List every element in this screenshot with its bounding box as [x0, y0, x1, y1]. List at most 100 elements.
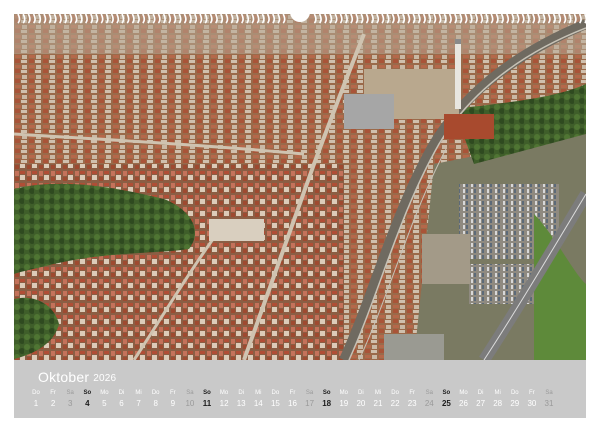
binding-ring [542, 13, 546, 24]
day-number: 6 [119, 399, 124, 408]
binding-ring [162, 13, 166, 24]
calendar-day: Fr 23 [404, 389, 420, 410]
binding-ring [79, 13, 83, 24]
calendar-day: Mo 19 [336, 389, 352, 410]
day-number: 15 [270, 399, 280, 408]
binding-ring [516, 13, 520, 24]
weekday-label: Di [118, 390, 125, 396]
binding-ring [480, 13, 484, 24]
binding-ring [370, 13, 374, 24]
calendar-day: Fr 2 [45, 389, 61, 410]
binding-ring [147, 13, 151, 24]
calendar-day: Do 1 [28, 389, 44, 410]
calendar-day: Di 13 [233, 389, 249, 410]
binding-ring [261, 13, 265, 24]
calendar-day: So 25 [438, 389, 454, 410]
binding-ring [100, 13, 104, 24]
weekday-label: Fr [289, 390, 296, 396]
binding-ring [490, 13, 494, 24]
day-number: 19 [339, 399, 349, 408]
day-number: 31 [544, 399, 554, 408]
day-number: 3 [67, 399, 73, 408]
binding-ring [474, 13, 478, 24]
calendar-day: Sa 3 [62, 389, 78, 410]
day-number: 14 [253, 399, 263, 408]
weekday-label: Mi [255, 390, 262, 396]
binding-ring [282, 13, 286, 24]
binding-ring [391, 13, 395, 24]
weekday-label: Di [358, 390, 364, 396]
binding-ring [95, 13, 99, 24]
binding-ring [495, 13, 499, 24]
calendar-strip: Oktober 2026 Do 1 Fr 2 Sa 3 So 4 Mo 5 Di 6 Mi 7 Do 8 Fr 9 S… [14, 360, 586, 418]
month-label: Oktober [38, 369, 90, 385]
binding-ring [64, 13, 68, 24]
binding-ring [318, 13, 322, 24]
binding-ring [121, 13, 125, 24]
binding-ring [220, 13, 224, 24]
binding-ring [573, 13, 577, 24]
binding-ring [438, 13, 442, 24]
day-number: 11 [202, 399, 212, 408]
binding-ring [105, 13, 109, 24]
binding-ring [443, 13, 447, 24]
weekday-label: Mi [494, 390, 501, 396]
binding-ring [422, 13, 426, 24]
day-number: 23 [407, 399, 417, 408]
binding-ring [526, 13, 530, 24]
binding-ring [110, 13, 114, 24]
binding-ring [381, 13, 385, 24]
binding-ring [116, 13, 120, 24]
binding-ring [329, 13, 333, 24]
binding-ring [173, 13, 177, 24]
weekday-label: Mo [459, 390, 468, 396]
calendar-page: Oktober 2026 Do 1 Fr 2 Sa 3 So 4 Mo 5 Di 6 Mi 7 Do 8 Fr 9 S… [0, 0, 600, 432]
day-number: 16 [288, 399, 297, 408]
spiral-binding-icon [14, 12, 586, 26]
binding-ring [48, 13, 52, 24]
day-number: 29 [510, 399, 520, 408]
binding-ring [350, 13, 354, 24]
binding-ring [126, 13, 130, 24]
binding-ring [142, 13, 146, 24]
binding-ring [558, 13, 562, 24]
binding-ring [386, 13, 390, 24]
binding-ring [376, 13, 380, 24]
weekday-label: Do [391, 390, 399, 396]
weekday-label: Fr [50, 390, 56, 396]
calendar-day: Sa 24 [421, 389, 437, 410]
binding-ring [412, 13, 416, 24]
binding-ring [506, 13, 510, 24]
weekday-label: Sa [186, 390, 194, 396]
binding-ring [230, 13, 234, 24]
binding-ring [360, 13, 364, 24]
day-number: 24 [424, 399, 434, 408]
binding-ring [485, 13, 489, 24]
binding-ring [324, 13, 328, 24]
day-number: 13 [236, 399, 246, 408]
binding-ring [84, 13, 88, 24]
binding-ring [568, 13, 572, 24]
weekday-label: Di [238, 390, 245, 396]
weekday-label: So [83, 390, 92, 396]
binding-ring [355, 13, 359, 24]
binding-ring [178, 13, 182, 24]
day-number: 17 [305, 399, 315, 408]
binding-ring [537, 13, 541, 24]
binding-ring [433, 13, 437, 24]
binding-ring [235, 13, 239, 24]
binding-ring [214, 13, 218, 24]
calendar-day: Di 6 [114, 389, 130, 410]
day-number: 30 [527, 399, 537, 408]
calendar-day: Mo 26 [456, 389, 472, 410]
weekday-label: So [203, 390, 211, 396]
calendar-day: Mo 5 [96, 389, 112, 410]
calendar-day: Mo 12 [216, 389, 232, 410]
binding-ring [157, 13, 161, 24]
weekday-label: Do [32, 390, 40, 396]
year-label: 2026 [93, 373, 117, 384]
binding-ring [407, 13, 411, 24]
calendar-day: Sa 17 [302, 389, 318, 410]
binding-ring [521, 13, 525, 24]
calendar-day: Sa 10 [182, 389, 198, 410]
